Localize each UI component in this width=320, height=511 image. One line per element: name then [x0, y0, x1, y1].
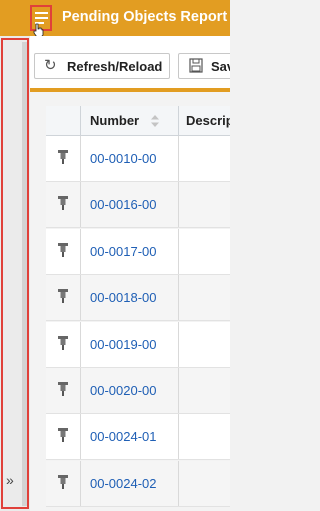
number-cell: 00-0020-00 [81, 368, 179, 413]
sidebar-highlight [1, 38, 29, 509]
save-button-label: Sav [211, 59, 230, 74]
column-header-icon [46, 106, 81, 136]
number-cell: 00-0018-00 [81, 275, 179, 321]
row-icon-cell [46, 182, 81, 228]
row-icon-cell [46, 275, 81, 321]
description-cell [179, 414, 230, 459]
table-row[interactable]: 00-0020-00 [46, 368, 230, 414]
column-header-description[interactable]: Descrip [179, 106, 230, 136]
object-number-link[interactable]: 00-0019-00 [90, 337, 157, 352]
number-cell: 00-0016-00 [81, 182, 179, 228]
number-cell: 00-0024-01 [81, 414, 179, 460]
pin-icon [58, 242, 68, 257]
description-cell [179, 182, 230, 227]
description-cell [179, 322, 230, 367]
page-title: Pending Objects Report [62, 9, 228, 25]
description-cell [179, 136, 230, 181]
number-cell: 00-0017-00 [81, 228, 179, 274]
table-row[interactable]: 00-0016-00 [46, 182, 230, 229]
column-header-description-label: Descrip [186, 113, 230, 128]
row-icon-cell [46, 368, 81, 413]
object-number-link[interactable]: 00-0020-00 [90, 383, 157, 398]
number-cell: 00-0024-02 [81, 460, 179, 506]
row-icon-cell [46, 228, 81, 274]
toolbar: ↻ Refresh/Reload Sav [30, 36, 230, 88]
refresh-button-label: Refresh/Reload [67, 59, 163, 74]
description-cell [179, 229, 230, 274]
object-number-link[interactable]: 00-0017-00 [90, 244, 157, 259]
table-row[interactable]: 00-0024-02 [46, 460, 230, 507]
object-number-link[interactable]: 00-0024-01 [90, 429, 157, 444]
grid-header-row: Number Descrip [46, 106, 230, 136]
description-cell [179, 461, 230, 506]
row-icon-cell [46, 321, 81, 367]
column-header-number-label: Number [90, 113, 140, 128]
column-header-number[interactable]: Number [81, 106, 179, 136]
table-row[interactable]: 00-0019-00 [46, 321, 230, 368]
table-row[interactable]: 00-0024-01 [46, 414, 230, 461]
pin-icon [58, 428, 68, 443]
pin-icon [58, 150, 68, 164]
save-button[interactable]: Sav [178, 53, 230, 79]
number-cell: 00-0019-00 [81, 321, 179, 367]
save-icon [189, 58, 203, 73]
refresh-icon: ↻ [44, 57, 57, 74]
pin-icon [58, 196, 68, 211]
object-number-link[interactable]: 00-0018-00 [90, 290, 157, 305]
pin-icon [58, 289, 68, 304]
table-row[interactable]: 00-0010-00 [46, 136, 230, 182]
object-number-link[interactable]: 00-0024-02 [90, 476, 157, 491]
description-cell [179, 275, 230, 320]
number-cell: 00-0010-00 [81, 136, 179, 181]
main-content: ↻ Refresh/Reload Sav Number Descr [30, 36, 230, 511]
description-cell [179, 368, 230, 413]
table-row[interactable]: 00-0017-00 [46, 228, 230, 275]
refresh-button[interactable]: ↻ Refresh/Reload [34, 53, 170, 79]
table-row[interactable]: 00-0018-00 [46, 275, 230, 322]
pin-icon [58, 382, 68, 396]
hand-cursor-icon [33, 23, 44, 37]
sort-icon[interactable] [151, 115, 159, 127]
object-number-link[interactable]: 00-0016-00 [90, 197, 157, 212]
row-icon-cell [46, 460, 81, 506]
pin-icon [58, 474, 68, 489]
pin-icon [58, 335, 68, 350]
app-header: Pending Objects Report [0, 0, 230, 37]
row-icon-cell [46, 136, 81, 181]
header-divider [30, 88, 230, 92]
row-icon-cell [46, 414, 81, 460]
object-number-link[interactable]: 00-0010-00 [90, 151, 157, 166]
sidebar-expand-button[interactable]: » [6, 472, 14, 488]
